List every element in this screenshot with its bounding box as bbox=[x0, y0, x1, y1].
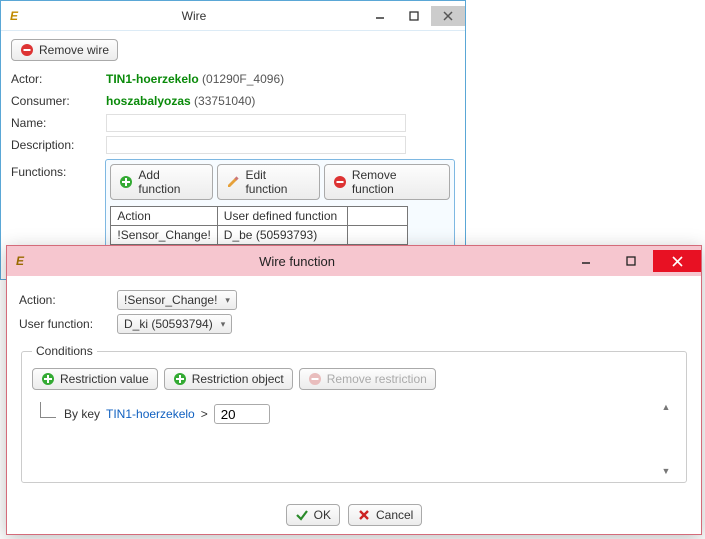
wire-title: Wire bbox=[25, 9, 363, 23]
remove-icon bbox=[308, 372, 322, 386]
maximize-button[interactable] bbox=[608, 250, 653, 272]
remove-restriction-label: Remove restriction bbox=[327, 372, 427, 386]
restriction-object-button[interactable]: Restriction object bbox=[164, 368, 293, 390]
add-function-label: Add function bbox=[138, 168, 204, 196]
app-icon: E bbox=[9, 8, 25, 24]
cell-udf: D_be (50593793) bbox=[217, 226, 347, 245]
cancel-button[interactable]: Cancel bbox=[348, 504, 422, 526]
user-function-value: D_ki (50593794) bbox=[124, 317, 213, 331]
condition-subject[interactable]: TIN1-hoerzekelo bbox=[106, 407, 195, 421]
wire-function-body: Action: !Sensor_Change! ▾ User function:… bbox=[7, 276, 701, 483]
wire-function-title: Wire function bbox=[31, 254, 563, 269]
ok-button[interactable]: OK bbox=[286, 504, 340, 526]
scroll-up-icon[interactable]: ▲ bbox=[662, 402, 671, 412]
consumer-id: (33751040) bbox=[194, 94, 255, 108]
description-input[interactable] bbox=[106, 136, 406, 154]
maximize-button[interactable] bbox=[397, 6, 431, 26]
wire-function-titlebar[interactable]: E Wire function bbox=[7, 246, 701, 276]
consumer-name: hoszabalyozas bbox=[106, 94, 191, 108]
app-icon: E bbox=[15, 253, 31, 269]
remove-restriction-button[interactable]: Remove restriction bbox=[299, 368, 436, 390]
svg-text:E: E bbox=[16, 254, 25, 268]
header-extra bbox=[347, 207, 407, 226]
header-action[interactable]: Action bbox=[111, 207, 217, 226]
cancel-icon bbox=[357, 508, 371, 522]
condition-prefix: By key bbox=[64, 407, 100, 421]
wire-window: E Wire Remove wire Actor: TIN1-hoerzekel… bbox=[0, 0, 466, 280]
restriction-object-label: Restriction object bbox=[192, 372, 284, 386]
add-icon bbox=[173, 372, 187, 386]
conditions-legend: Conditions bbox=[32, 344, 97, 358]
cell-extra bbox=[347, 226, 407, 245]
description-label: Description: bbox=[11, 138, 106, 152]
wire-window-controls bbox=[363, 6, 465, 26]
condition-row[interactable]: By key TIN1-hoerzekelo > bbox=[40, 402, 654, 426]
action-value: !Sensor_Change! bbox=[124, 293, 217, 307]
edit-function-button[interactable]: Edit function bbox=[217, 164, 319, 200]
table-header-row: Action User defined function bbox=[111, 207, 407, 226]
add-icon bbox=[41, 372, 55, 386]
restriction-value-button[interactable]: Restriction value bbox=[32, 368, 158, 390]
name-label: Name: bbox=[11, 116, 106, 130]
restriction-value-label: Restriction value bbox=[60, 372, 149, 386]
conditions-list: By key TIN1-hoerzekelo > ▲ ▼ bbox=[32, 402, 676, 476]
actor-label: Actor: bbox=[11, 72, 106, 86]
minimize-button[interactable] bbox=[363, 6, 397, 26]
close-button[interactable] bbox=[653, 250, 701, 272]
actor-id: (01290F_4096) bbox=[202, 72, 284, 86]
action-label: Action: bbox=[19, 293, 109, 307]
tree-branch-icon bbox=[40, 402, 56, 418]
chevron-down-icon: ▾ bbox=[221, 319, 226, 330]
action-dropdown[interactable]: !Sensor_Change! ▾ bbox=[117, 290, 237, 310]
name-input[interactable] bbox=[106, 114, 406, 132]
wire-body: Remove wire Actor: TIN1-hoerzekelo (0129… bbox=[1, 31, 465, 277]
wire-titlebar[interactable]: E Wire bbox=[1, 1, 465, 31]
ok-label: OK bbox=[314, 508, 331, 522]
remove-function-label: Remove function bbox=[352, 168, 441, 196]
scroll-down-icon[interactable]: ▼ bbox=[662, 466, 671, 476]
minimize-button[interactable] bbox=[563, 250, 608, 272]
table-row[interactable]: !Sensor_Change! D_be (50593793) bbox=[111, 226, 407, 245]
close-button[interactable] bbox=[431, 6, 465, 26]
remove-wire-button[interactable]: Remove wire bbox=[11, 39, 118, 61]
wire-function-footer: OK Cancel bbox=[7, 504, 701, 526]
svg-text:E: E bbox=[10, 9, 19, 23]
add-icon bbox=[119, 175, 133, 189]
remove-icon bbox=[20, 43, 34, 57]
cell-action: !Sensor_Change! bbox=[111, 226, 217, 245]
edit-function-label: Edit function bbox=[245, 168, 310, 196]
check-icon bbox=[295, 508, 309, 522]
cancel-label: Cancel bbox=[376, 508, 413, 522]
user-function-label: User function: bbox=[19, 317, 109, 331]
add-function-button[interactable]: Add function bbox=[110, 164, 213, 200]
remove-icon bbox=[333, 175, 347, 189]
condition-operator[interactable]: > bbox=[201, 407, 208, 421]
condition-value-input[interactable] bbox=[214, 404, 270, 424]
consumer-label: Consumer: bbox=[11, 94, 106, 108]
chevron-down-icon: ▾ bbox=[225, 295, 230, 306]
remove-wire-label: Remove wire bbox=[39, 43, 109, 57]
edit-icon bbox=[226, 175, 240, 189]
user-function-dropdown[interactable]: D_ki (50593794) ▾ bbox=[117, 314, 232, 334]
wire-function-window: E Wire function Action: !Sensor_Change! … bbox=[6, 245, 702, 535]
header-udf[interactable]: User defined function bbox=[217, 207, 347, 226]
remove-function-button[interactable]: Remove function bbox=[324, 164, 450, 200]
conditions-group: Conditions Restriction value Restriction… bbox=[21, 344, 687, 483]
actor-name: TIN1-hoerzekelo bbox=[106, 72, 199, 86]
wire-function-controls bbox=[563, 250, 701, 272]
functions-label: Functions: bbox=[11, 159, 105, 179]
scrollbar[interactable]: ▲ ▼ bbox=[658, 402, 674, 476]
